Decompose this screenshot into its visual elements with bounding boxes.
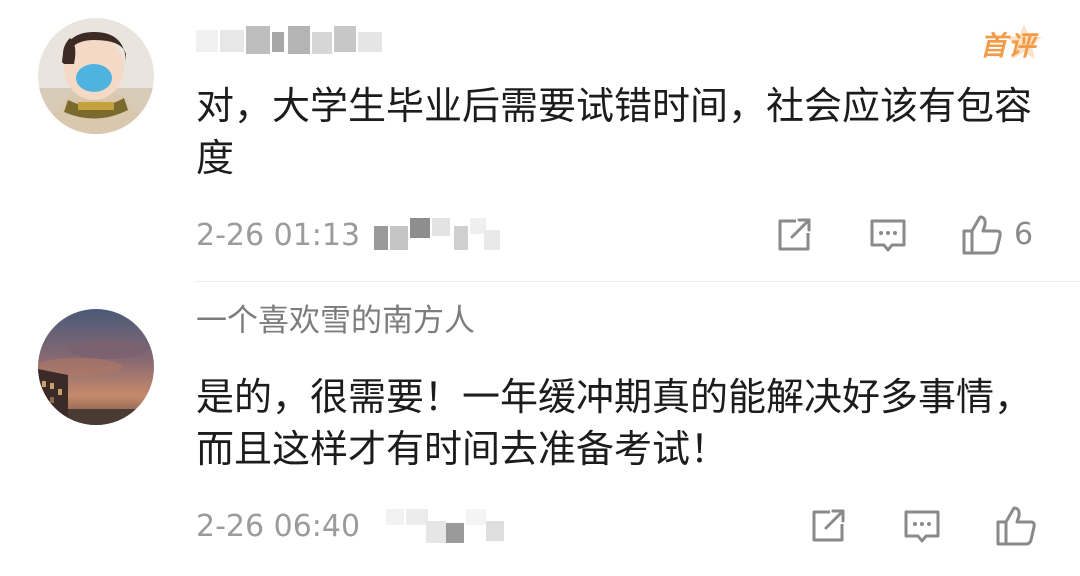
reply-icon: [904, 510, 940, 543]
comment-text: 对，大学生毕业后需要试错时间，社会应该有包容度: [196, 84, 1033, 180]
reply-button[interactable]: [868, 212, 908, 258]
like-button[interactable]: 6: [960, 212, 1033, 258]
badge-label: 首评: [980, 31, 1036, 62]
timestamp: 2-26 01:13: [196, 218, 361, 253]
first-comment-badge: 首评: [964, 22, 1044, 66]
comment-text: 是的，很需要！一年缓冲期真的能解决好多事情，而且这样才有时间去准备考试！: [196, 375, 1033, 471]
like-icon: [996, 506, 1036, 546]
comment-footer: 2-26 01:13 6: [196, 212, 1044, 258]
like-button[interactable]: [994, 503, 1048, 549]
share-icon: [778, 218, 811, 251]
username-blurred[interactable]: [196, 20, 406, 64]
timestamp: 2-26 06:40: [196, 509, 361, 544]
reply-button[interactable]: [902, 503, 942, 549]
location-blurred: [374, 214, 514, 254]
share-button[interactable]: [808, 503, 848, 549]
divider: [195, 281, 1080, 282]
share-button[interactable]: [774, 212, 814, 258]
share-icon: [812, 509, 845, 542]
comment-footer: 2-26 06:40: [196, 503, 1044, 549]
location-blurred: [386, 505, 526, 545]
like-icon: [962, 215, 1002, 255]
comment-item: 首评 对，大学生毕业后需要试错时间，社会应该有包容度 2-26 01:13 6: [0, 0, 1080, 282]
reply-icon: [870, 219, 906, 252]
like-count: 6: [1014, 217, 1034, 252]
avatar[interactable]: [38, 18, 154, 134]
avatar[interactable]: [38, 309, 154, 425]
comment-item: 一个喜欢雪的南方人 是的，很需要！一年缓冲期真的能解决好多事情，而且这样才有时间…: [0, 283, 1080, 576]
username[interactable]: 一个喜欢雪的南方人: [196, 301, 475, 341]
